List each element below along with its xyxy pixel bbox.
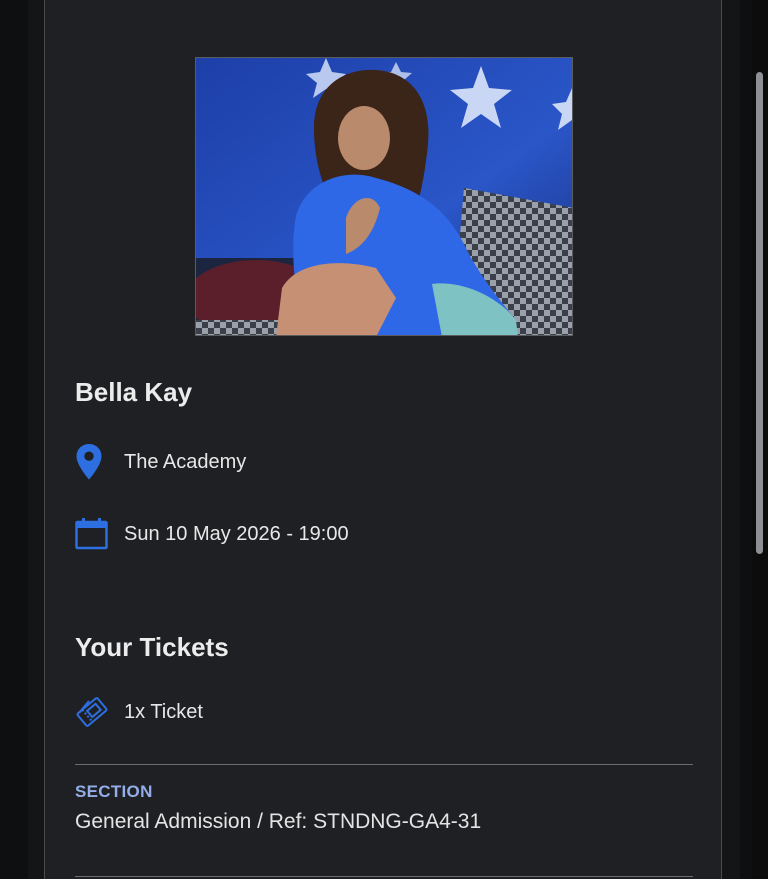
divider [75,876,693,877]
ticket-count: 1x Ticket [124,700,203,723]
left-gutter [0,0,28,879]
calendar-icon [75,514,109,554]
section-label: SECTION [75,782,153,801]
venue-name: The Academy [124,450,247,473]
app-viewport: Bella Kay The Academy Sun 10 May 2026 - … [0,0,768,879]
your-tickets-heading: Your Tickets [75,632,229,662]
event-datetime: Sun 10 May 2026 - 19:00 [124,522,349,545]
ticket-count-row: 1x Ticket [75,692,203,732]
date-row: Sun 10 May 2026 - 19:00 [75,514,349,554]
ticket-icon [75,692,109,732]
event-title: Bella Kay [75,377,193,407]
divider [75,764,693,765]
venue-row[interactable]: The Academy [75,442,246,482]
scrollbar-thumb[interactable] [756,72,763,554]
ticket-card: Bella Kay The Academy Sun 10 May 2026 - … [44,0,722,879]
event-artist-image [195,57,573,336]
map-pin-icon [75,442,109,482]
section-value: General Admission / Ref: STNDNG-GA4-31 [75,810,482,833]
